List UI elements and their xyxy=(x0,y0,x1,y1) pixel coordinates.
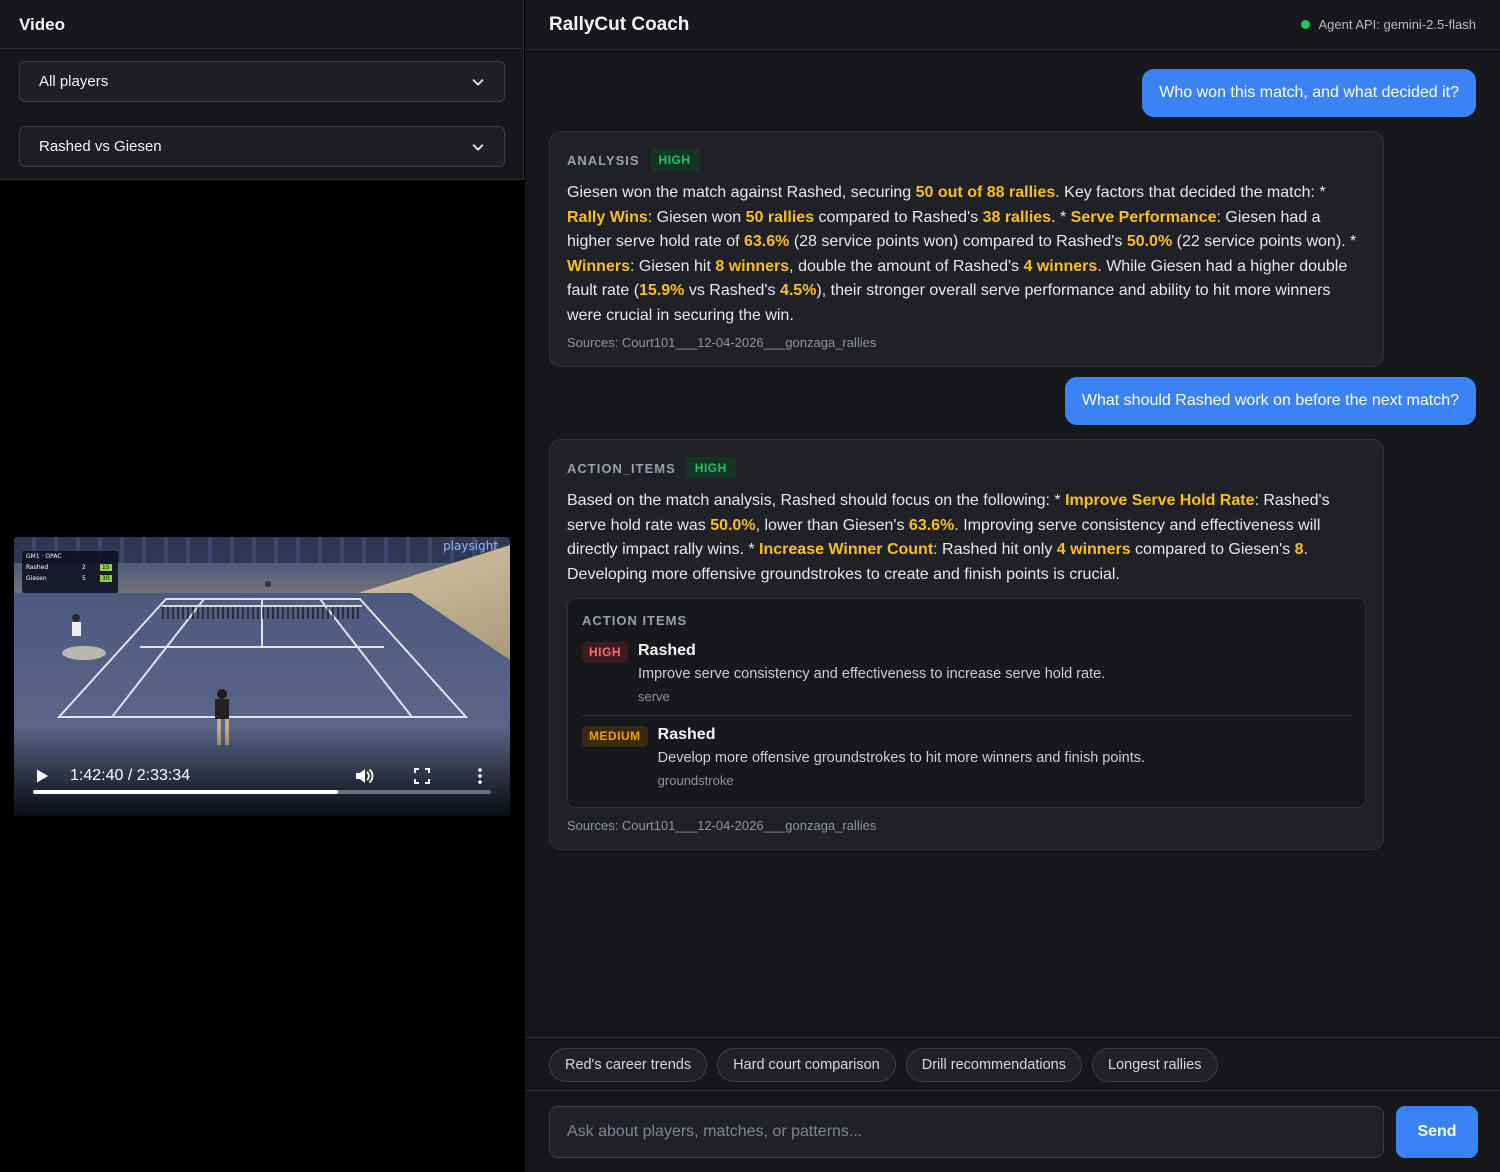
highlighted-stat: Rally Wins xyxy=(567,208,648,226)
chevron-down-icon xyxy=(472,143,484,151)
match-select[interactable]: Rashed vs Giesen xyxy=(19,126,505,167)
player-filter-select[interactable]: All players xyxy=(19,61,505,102)
message-text-segment: : Rashed hit only xyxy=(933,541,1057,559)
action-items-title: ACTION ITEMS xyxy=(582,613,688,629)
agent-status: Agent API: gemini-2.5-flash xyxy=(1301,17,1476,32)
action-item-player: Rashed xyxy=(657,726,716,744)
action-item: HIGH Rashed Improve serve consistency an… xyxy=(582,642,1351,715)
playsight-logo: playsight xyxy=(443,539,498,553)
message-text-segment: Giesen won the match against Rashed, sec… xyxy=(567,184,916,201)
message-text-segment: , double the amount of Rashed's xyxy=(789,257,1024,275)
coach-panel: RallyCut Coach Agent API: gemini-2.5-fla… xyxy=(525,0,1500,1172)
highlighted-stat: 50.0% xyxy=(710,516,756,534)
video-scoreboard: GM1 · OPAC Rashed 2 15 Giesen 5 30 xyxy=(22,551,118,593)
confidence-badge: HIGH xyxy=(685,457,736,479)
highlighted-stat: 15.9% xyxy=(639,282,685,300)
assistant-message-action-items: ACTION_ITEMS HIGH Based on the match ana… xyxy=(549,439,1384,851)
video-panel-header: Video xyxy=(0,0,523,49)
agent-status-text: Agent API: gemini-2.5-flash xyxy=(1318,17,1476,32)
highlighted-stat: 63.6% xyxy=(908,516,955,534)
message-text: Based on the match analysis, Rashed shou… xyxy=(567,489,1366,587)
video-time: 1:42:40 / 2:33:34 xyxy=(70,767,191,784)
video-progress-fill xyxy=(33,790,339,794)
highlighted-stat: 63.6% xyxy=(744,233,790,251)
highlighted-stat: 50.0% xyxy=(1126,233,1173,251)
coach-header: RallyCut Coach Agent API: gemini-2.5-fla… xyxy=(525,0,1500,50)
suggestion-chip[interactable]: Red's career trends xyxy=(549,1048,708,1082)
highlighted-stat: 4 winners xyxy=(1056,541,1131,559)
message-text-segment: : Giesen won xyxy=(647,208,746,226)
message-text-segment: (28 service points won) compared to Rash… xyxy=(789,233,1127,251)
suggestion-chip[interactable]: Hard court comparison xyxy=(717,1048,896,1082)
video-player[interactable]: GM1 · OPAC Rashed 2 15 Giesen 5 30 plays… xyxy=(14,537,510,816)
highlighted-stat: 8 xyxy=(1294,541,1304,559)
message-sources: Sources: Court101___12-04-2026___gonzaga… xyxy=(567,334,877,350)
video-area: GM1 · OPAC Rashed 2 15 Giesen 5 30 plays… xyxy=(0,180,524,1172)
highlighted-stat: 50 rallies xyxy=(745,208,815,226)
send-button[interactable]: Send xyxy=(1396,1106,1478,1158)
suggestion-chip[interactable]: Drill recommendations xyxy=(905,1048,1082,1082)
message-text-segment: . * xyxy=(1051,208,1071,226)
play-icon[interactable] xyxy=(34,768,50,784)
fullscreen-icon[interactable] xyxy=(412,766,432,786)
message-kind: ACTION_ITEMS xyxy=(567,460,676,476)
action-item-description: Improve serve consistency and effectiven… xyxy=(638,666,1106,683)
message-text-segment: (22 service points won). * xyxy=(1172,233,1357,251)
message-text-segment: , lower than Giesen's xyxy=(755,516,909,534)
suggestion-chip[interactable]: Longest rallies xyxy=(1092,1048,1218,1082)
action-item: MEDIUM Rashed Develop more offensive gro… xyxy=(582,715,1351,799)
user-message: What should Rashed work on before the ne… xyxy=(1064,377,1476,425)
action-item-tag: serve xyxy=(638,689,670,705)
video-panel-title: Video xyxy=(19,15,65,34)
message-text-segment: : Giesen hit xyxy=(629,257,716,275)
message-sources: Sources: Court101___12-04-2026___gonzaga… xyxy=(567,818,877,834)
highlighted-stat: 38 rallies xyxy=(982,208,1052,226)
tennis-net xyxy=(162,605,362,619)
message-text: Giesen won the match against Rashed, sec… xyxy=(567,181,1366,329)
highlighted-stat: Serve Performance xyxy=(1070,208,1217,226)
message-text-segment: compared to Giesen's xyxy=(1130,541,1295,559)
match-select-value: Rashed vs Giesen xyxy=(39,138,162,155)
highlighted-stat: 4 winners xyxy=(1023,257,1098,275)
confidence-badge: HIGH xyxy=(649,149,700,171)
video-panel: Video All players Rashed vs Giesen GM1 ·… xyxy=(0,0,524,1172)
message-kind: ANALYSIS xyxy=(567,152,640,168)
chevron-down-icon xyxy=(472,78,484,86)
action-item-tag: groundstroke xyxy=(657,773,734,789)
highlighted-stat: 50 out of 88 rallies xyxy=(915,184,1056,201)
status-dot-icon xyxy=(1301,20,1311,29)
chat-input-row: Send xyxy=(549,1106,1478,1158)
app-title: RallyCut Coach xyxy=(549,13,690,35)
highlighted-stat: Increase Winner Count xyxy=(759,541,934,559)
user-message: Who won this match, and what decided it? xyxy=(1142,69,1476,117)
volume-icon[interactable] xyxy=(354,766,374,786)
priority-badge: MEDIUM xyxy=(582,726,648,748)
scoreboard-row: Rashed 2 15 xyxy=(26,564,112,571)
filters: All players Rashed vs Giesen xyxy=(0,49,523,180)
video-progress-bar[interactable] xyxy=(33,790,491,794)
scoreboard-row: Giesen 5 30 xyxy=(26,575,112,582)
highlighted-stat: Improve Serve Hold Rate xyxy=(1065,492,1255,509)
highlighted-stat: Winners xyxy=(567,257,630,275)
message-text-segment: . Key factors that decided the match: * xyxy=(1055,184,1326,201)
scoreboard-header: GM1 · OPAC xyxy=(26,553,62,560)
assistant-message-analysis: ANALYSIS HIGH Giesen won the match again… xyxy=(549,131,1384,367)
action-item-description: Develop more offensive groundstrokes to … xyxy=(657,750,1146,767)
message-text-segment: Based on the match analysis, Rashed shou… xyxy=(567,492,1066,509)
action-item-player: Rashed xyxy=(638,642,696,660)
more-options-icon[interactable] xyxy=(470,766,490,786)
message-text-segment: vs Rashed's xyxy=(684,282,780,300)
highlighted-stat: 8 winners xyxy=(715,257,790,275)
priority-badge: HIGH xyxy=(582,642,628,664)
message-text-segment: compared to Rashed's xyxy=(814,208,983,226)
chat-input[interactable] xyxy=(549,1106,1384,1158)
player-filter-value: All players xyxy=(39,73,109,90)
suggestion-chips: Red's career trends Hard court compariso… xyxy=(525,1037,1500,1091)
highlighted-stat: 4.5% xyxy=(779,282,817,300)
action-items-box: ACTION ITEMS HIGH Rashed Improve serve c… xyxy=(567,598,1366,809)
